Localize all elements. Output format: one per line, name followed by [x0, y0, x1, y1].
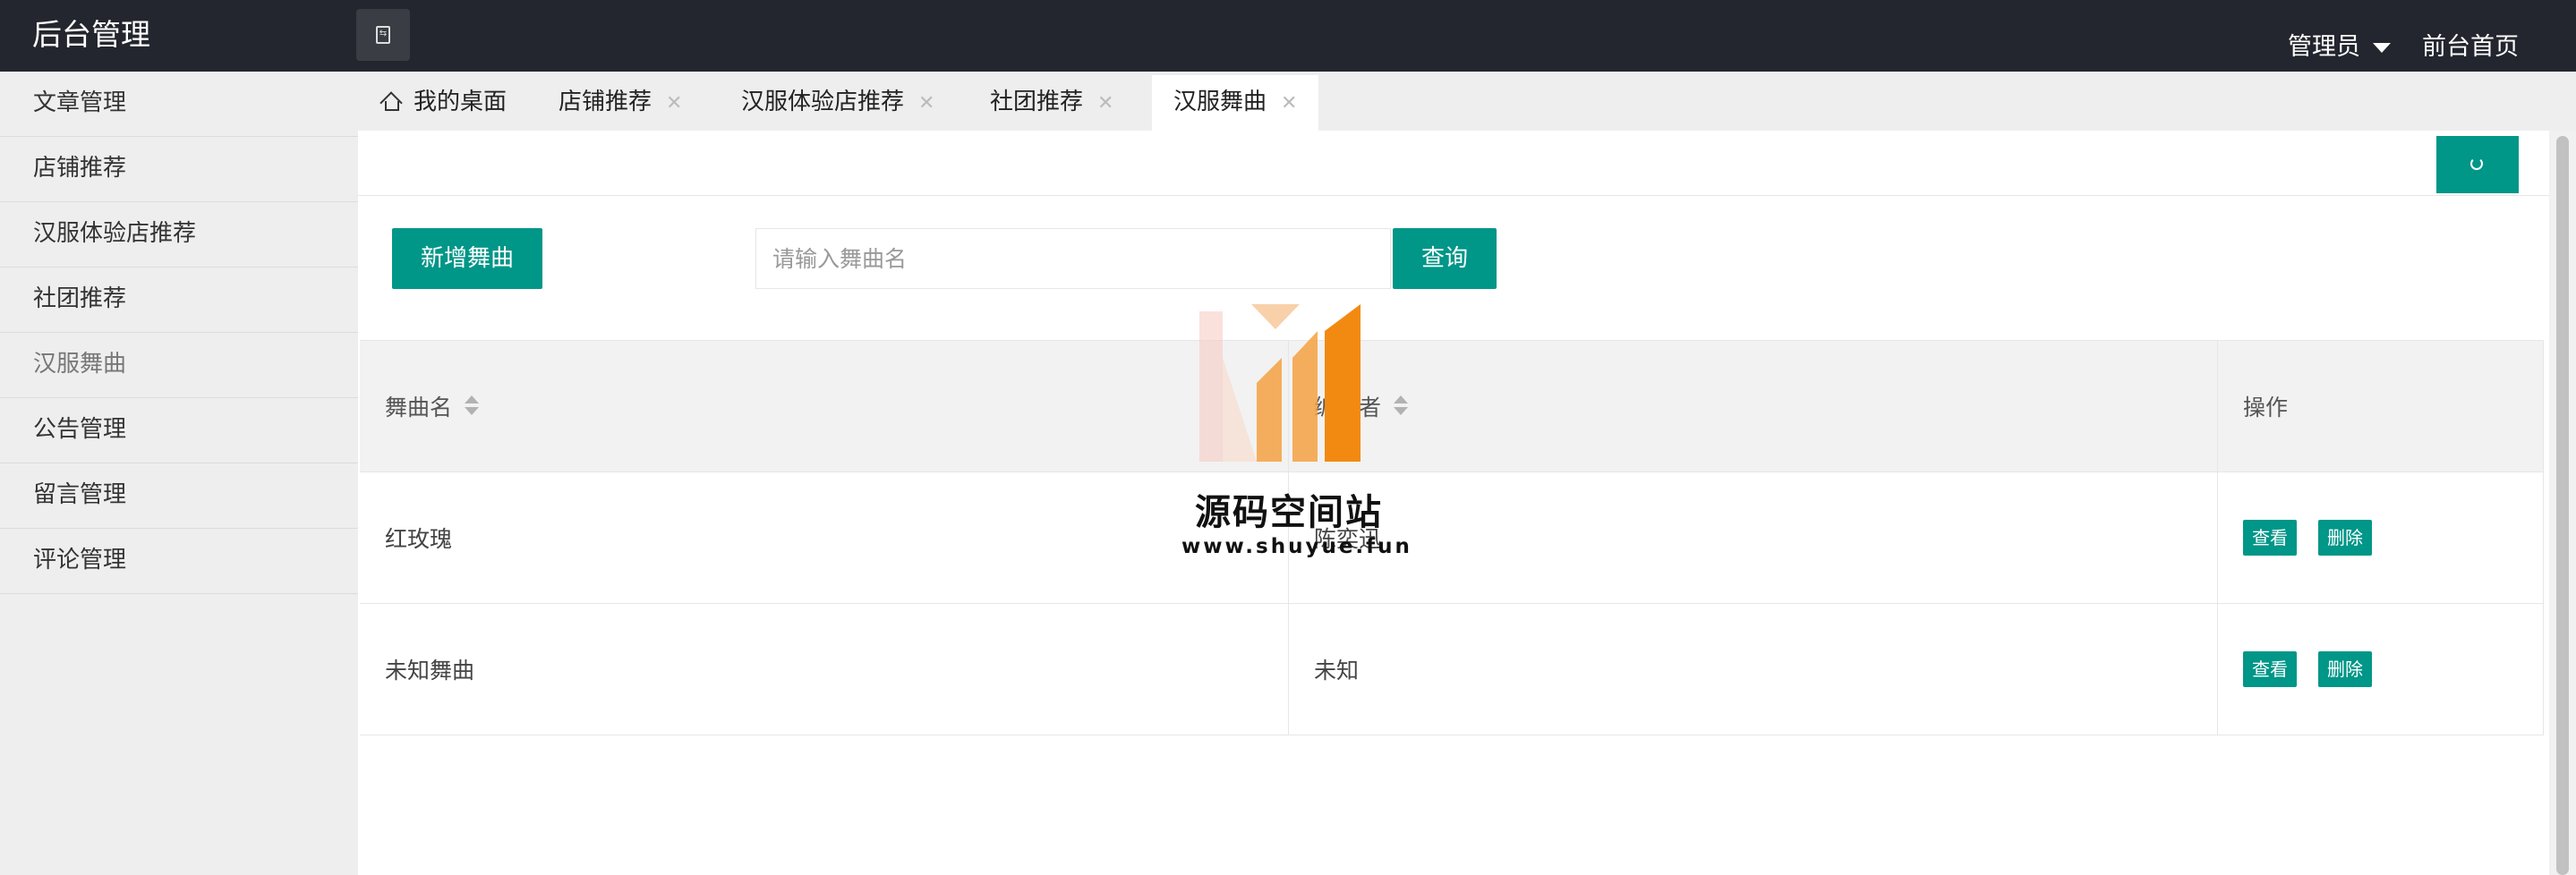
dance-author-cell: 陈奕迅	[1289, 472, 2218, 603]
top-header: 后台管理 ⇆ 管理员 前台首页	[0, 0, 2576, 72]
refresh-button[interactable]	[2436, 136, 2519, 193]
dance-table: 舞曲名 编舞者 操作 红玫瑰 陈奕迅 查看 删除 未知舞曲 未知 查看	[360, 340, 2544, 735]
frontend-home-link[interactable]: 前台首页	[2422, 27, 2519, 62]
dance-author-cell: 未知	[1289, 604, 2218, 735]
tab-label: 社团推荐	[990, 89, 1084, 115]
watermark-title: 源码空间站	[1195, 492, 1383, 533]
user-menu-label: 管理员	[2288, 33, 2360, 61]
refresh-icon	[2470, 157, 2483, 170]
vertical-scrollbar[interactable]	[2549, 131, 2576, 875]
add-dance-button[interactable]: 新增舞曲	[392, 228, 542, 289]
table-row: 红玫瑰 陈奕迅 查看 删除	[360, 472, 2544, 604]
dance-name-cell: 未知舞曲	[360, 604, 1289, 735]
scrollbar-thumb[interactable]	[2556, 136, 2569, 875]
sidebar: 文章管理 店铺推荐 汉服体验店推荐 社团推荐 汉服舞曲 公告管理 留言管理 评论…	[0, 72, 358, 875]
menu-toggle-icon: ⇆	[376, 26, 390, 44]
dance-name-cell: 红玫瑰	[360, 472, 1289, 603]
user-menu[interactable]: 管理员	[2288, 27, 2391, 62]
delete-button[interactable]: 删除	[2318, 651, 2372, 687]
search-button[interactable]: 查询	[1393, 228, 1497, 289]
sort-icon[interactable]	[465, 395, 480, 417]
sidebar-item-experience-stores[interactable]: 汉服体验店推荐	[0, 202, 358, 268]
close-icon[interactable]: ✕	[666, 92, 682, 115]
view-button[interactable]: 查看	[2243, 651, 2297, 687]
actions-cell: 查看 删除	[2218, 472, 2544, 603]
close-icon[interactable]: ✕	[1281, 92, 1297, 115]
tab-clubs[interactable]: 社团推荐 ✕	[990, 75, 1113, 131]
table-row: 未知舞曲 未知 查看 删除	[360, 604, 2544, 735]
column-header-actions: 操作	[2218, 341, 2544, 471]
search-input[interactable]	[755, 228, 1391, 289]
close-icon[interactable]: ✕	[918, 92, 934, 115]
content-panel: 新增舞曲 查询 舞曲名 编舞者 操作 红玫瑰 陈奕迅 查看 删除	[358, 131, 2549, 875]
column-header-author[interactable]: 编舞者	[1289, 341, 2218, 471]
sidebar-item-articles[interactable]: 文章管理	[0, 72, 358, 137]
menu-toggle-button[interactable]: ⇆	[356, 9, 410, 61]
tab-label: 我的桌面	[414, 89, 508, 115]
tab-desktop[interactable]: 我的桌面	[380, 75, 508, 131]
tab-label: 店铺推荐	[559, 89, 653, 115]
tab-label: 汉服体验店推荐	[741, 89, 905, 115]
sidebar-item-notices[interactable]: 公告管理	[0, 398, 358, 463]
tab-shops[interactable]: 店铺推荐 ✕	[559, 75, 682, 131]
app-title: 后台管理	[32, 17, 150, 52]
actions-cell: 查看 删除	[2218, 604, 2544, 735]
column-header-name[interactable]: 舞曲名	[360, 341, 1289, 471]
sidebar-item-comments[interactable]: 评论管理	[0, 529, 358, 594]
tab-label: 汉服舞曲	[1173, 89, 1267, 115]
watermark-logo-icon	[1199, 304, 1361, 462]
sidebar-item-clubs[interactable]: 社团推荐	[0, 268, 358, 333]
watermark-url: www.shuyue.fun	[1181, 535, 1412, 558]
sidebar-item-dances[interactable]: 汉服舞曲	[0, 333, 358, 398]
watermark: 源码空间站 www.shuyue.fun	[1181, 304, 1412, 573]
home-icon	[380, 91, 403, 115]
sidebar-item-shops[interactable]: 店铺推荐	[0, 137, 358, 202]
tab-dances[interactable]: 汉服舞曲 ✕	[1152, 75, 1319, 131]
table-header: 舞曲名 编舞者 操作	[360, 340, 2544, 472]
sidebar-item-messages[interactable]: 留言管理	[0, 463, 358, 529]
tab-bar: 我的桌面 店铺推荐 ✕ 汉服体验店推荐 ✕ 社团推荐 ✕ 汉服舞曲 ✕	[358, 72, 2576, 131]
close-icon[interactable]: ✕	[1097, 92, 1113, 115]
tab-experience-stores[interactable]: 汉服体验店推荐 ✕	[741, 75, 934, 131]
panel-toolbar	[358, 131, 2549, 196]
delete-button[interactable]: 删除	[2318, 520, 2372, 556]
caret-down-icon	[2373, 43, 2391, 53]
view-button[interactable]: 查看	[2243, 520, 2297, 556]
